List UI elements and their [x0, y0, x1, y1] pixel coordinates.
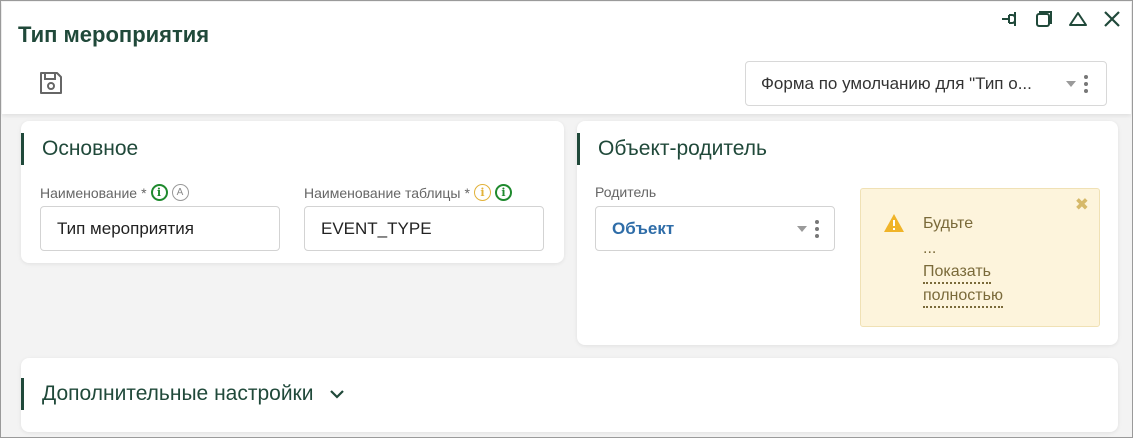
main-section-title: Основное	[21, 133, 138, 165]
extra-settings-header[interactable]: Дополнительные настройки	[21, 378, 345, 410]
more-options-icon[interactable]	[1084, 74, 1088, 93]
form-select-value: Форма по умолчанию для "Тип о...	[761, 73, 1032, 93]
main-section-card: Основное Наименование * i A Тип мероприя…	[21, 121, 564, 263]
show-full-link-line2[interactable]: полностью	[923, 286, 1003, 308]
parent-section-title: Объект-родитель	[577, 133, 767, 165]
save-icon	[40, 72, 62, 94]
warning-info-icon[interactable]: i	[473, 184, 491, 201]
collapse-icon[interactable]	[1067, 8, 1089, 30]
warning-text: Будьте ...	[923, 211, 973, 261]
required-mark: *	[464, 184, 470, 201]
name-field-label-row: Наименование * i A	[40, 184, 189, 201]
warning-icon	[883, 213, 905, 238]
table-field-label: Наименование таблицы	[304, 184, 461, 201]
form-select[interactable]: Форма по умолчанию для "Тип о...	[745, 61, 1107, 106]
auto-icon[interactable]: A	[171, 184, 189, 201]
more-options-icon[interactable]	[815, 219, 819, 238]
close-icon[interactable]	[1101, 8, 1123, 30]
event-type-window: Тип мероприятия Форма по умолчанию для "…	[0, 0, 1133, 438]
window-title: Тип мероприятия	[18, 22, 210, 47]
save-button[interactable]	[38, 70, 66, 98]
parent-select[interactable]: Объект	[595, 206, 835, 251]
info-icon[interactable]: i	[150, 184, 168, 201]
required-mark: *	[141, 184, 147, 201]
parent-select-value[interactable]: Объект	[612, 219, 797, 239]
warning-box: ✖ Будьте ... Показать полностью	[860, 188, 1100, 327]
window-header: Тип мероприятия Форма по умолчанию для "…	[2, 2, 1131, 114]
chevron-down-icon[interactable]	[329, 388, 345, 400]
extra-settings-title: Дополнительные настройки	[42, 382, 314, 405]
parent-section-card: Объект-родитель Родитель Объект ✖ Будьте…	[577, 121, 1118, 345]
parent-field-label: Родитель	[595, 184, 657, 200]
restore-icon[interactable]	[1033, 8, 1055, 30]
name-field-label: Наименование	[40, 184, 138, 201]
warning-message: Будьте	[923, 215, 974, 232]
show-full-link-line1[interactable]: Показать	[923, 262, 992, 284]
info-icon[interactable]: i	[494, 184, 512, 201]
name-input[interactable]: Тип мероприятия	[40, 206, 280, 251]
warning-ellipsis: ...	[923, 240, 937, 257]
table-name-input[interactable]: EVENT_TYPE	[304, 206, 544, 251]
window-controls	[999, 8, 1123, 30]
pin-icon[interactable]	[999, 8, 1021, 30]
chevron-down-icon[interactable]	[797, 225, 807, 232]
close-icon[interactable]: ✖	[1075, 195, 1089, 215]
table-field-label-row: Наименование таблицы * i i	[304, 184, 512, 201]
extra-settings-card[interactable]: Дополнительные настройки	[21, 358, 1118, 432]
chevron-down-icon[interactable]	[1066, 80, 1076, 87]
